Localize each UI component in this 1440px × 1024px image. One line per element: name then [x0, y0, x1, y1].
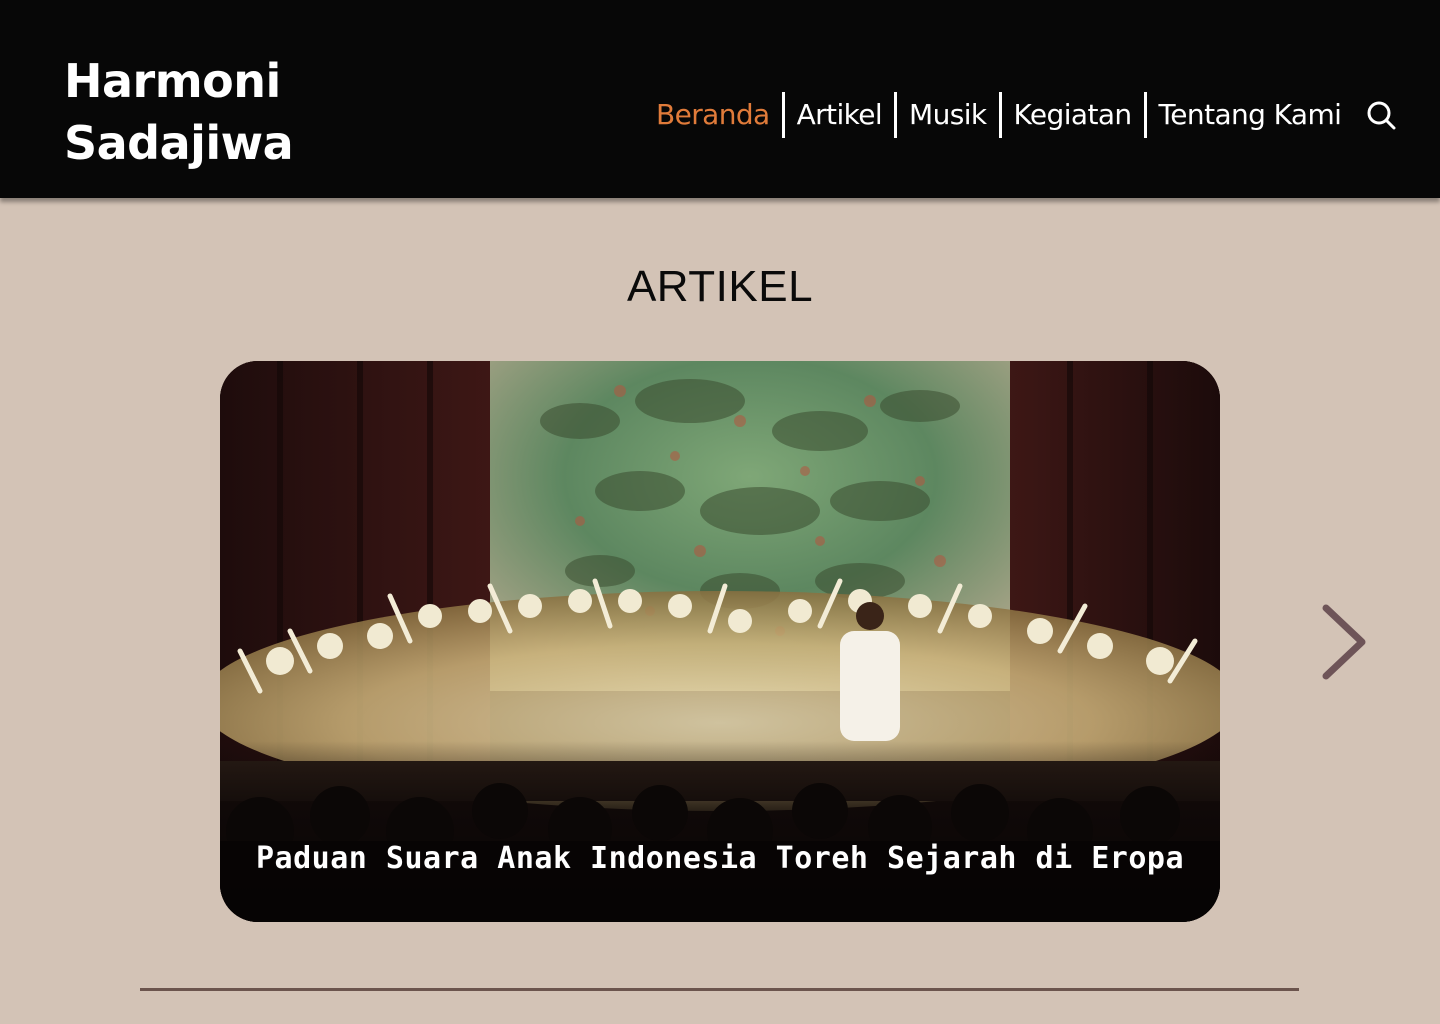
page-title: ARTIKEL [626, 262, 814, 311]
article-image [220, 361, 1220, 922]
search-icon [1367, 101, 1396, 130]
nav-item-kegiatan[interactable]: Kegiatan [1002, 92, 1144, 138]
search-button[interactable] [1366, 100, 1396, 130]
nav-item-artikel[interactable]: Artikel [785, 92, 894, 138]
nav-item-musik[interactable]: Musik [897, 92, 999, 138]
site-header: Harmoni Sadajiwa Beranda Artikel Musik K… [0, 0, 1440, 198]
brand-line-1: Harmoni [64, 54, 281, 108]
section-divider [140, 988, 1299, 991]
article-title[interactable]: Paduan Suara Anak Indonesia Toreh Sejara… [220, 841, 1220, 876]
main-nav: Beranda Artikel Musik Kegiatan Tentang K… [654, 92, 1353, 138]
site-logo[interactable]: Harmoni Sadajiwa [64, 50, 294, 174]
nav-item-beranda[interactable]: Beranda [654, 92, 782, 138]
carousel-next-button[interactable] [1318, 600, 1370, 684]
article-card[interactable]: Paduan Suara Anak Indonesia Toreh Sejara… [220, 361, 1220, 922]
brand-line-2: Sadajiwa [64, 116, 294, 170]
nav-item-tentang-kami[interactable]: Tentang Kami [1147, 92, 1354, 138]
chevron-right-icon [1322, 604, 1366, 680]
